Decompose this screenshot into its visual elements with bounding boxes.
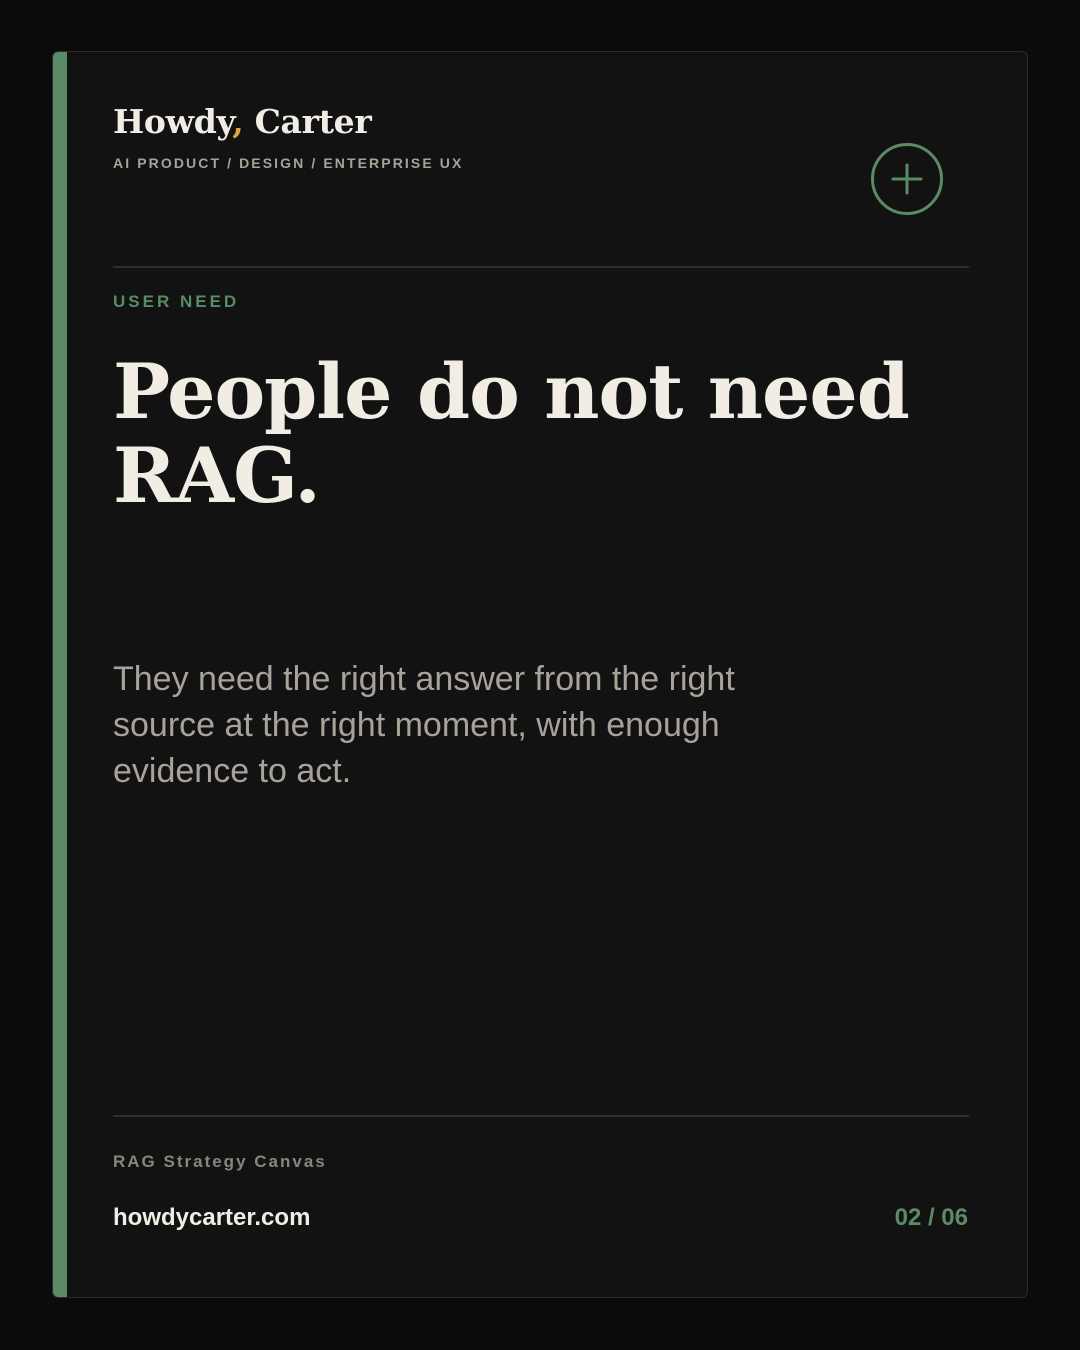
headline: People do not need RAG.	[113, 347, 910, 520]
brand-tagline: AI PRODUCT / DESIGN / ENTERPRISE UX	[113, 155, 464, 171]
divider-bottom	[113, 1115, 969, 1117]
footer-label: RAG Strategy Canvas	[113, 1152, 327, 1171]
brand-comma: ,	[232, 102, 244, 141]
divider-top	[113, 266, 969, 268]
body-text: They need the right answer from the righ…	[113, 660, 735, 790]
website-link[interactable]: howdycarter.com	[113, 1204, 310, 1232]
page-counter: 02 / 06	[894, 1204, 968, 1231]
brand-first-name: Howdy	[113, 102, 233, 141]
accent-bar	[53, 52, 67, 1297]
plus-icon	[891, 163, 923, 195]
slide-card: Howdy, Carter AI PRODUCT / DESIGN / ENTE…	[52, 51, 1028, 1298]
plus-circle-icon[interactable]	[871, 143, 943, 215]
brand-title: Howdy, Carter	[113, 102, 372, 141]
section-label: USER NEED	[113, 292, 240, 311]
brand-last-name: Carter	[243, 102, 372, 141]
